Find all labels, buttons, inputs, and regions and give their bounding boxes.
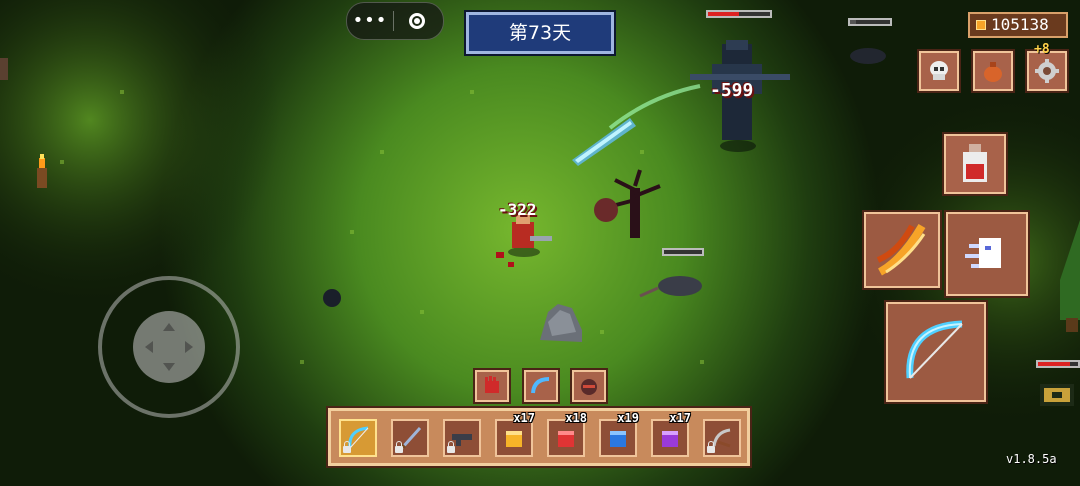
enemy-health-bar — [848, 18, 892, 26]
coin-counter: 105138 — [968, 12, 1068, 38]
loot-bag-icon — [984, 62, 1002, 82]
flame-slash-icon — [876, 223, 926, 276]
yellow-potion-icon — [506, 431, 522, 447]
quick-item-boomerang[interactable] — [522, 368, 560, 404]
hotbar-slot-5[interactable]: x18 — [547, 411, 587, 457]
quick-item-glove[interactable] — [473, 368, 511, 404]
hotbar-slot-1[interactable] — [339, 419, 377, 457]
item-hotbar: x17 x18 x19 x17 — [326, 406, 752, 468]
loot-bag-button[interactable] — [971, 49, 1015, 93]
enemy-health-bar — [662, 248, 704, 256]
red-potion-icon — [558, 431, 574, 447]
forge-bonus-label: +8 — [1034, 42, 1050, 57]
dash-skill-icon — [965, 238, 1001, 268]
hotbar-slot-7[interactable]: x17 — [651, 411, 691, 457]
close-miniprogram-button[interactable] — [394, 13, 440, 29]
blue-potion-icon — [610, 431, 626, 447]
item-count: x17 — [513, 411, 535, 425]
item-count: x17 — [669, 411, 691, 425]
skull-icon — [930, 61, 948, 80]
treasure-chest — [1040, 384, 1074, 406]
day-counter-banner: 第73天 — [464, 10, 616, 56]
boss-damage-number: -599 — [710, 80, 754, 101]
hotbar-slot-8[interactable] — [703, 419, 741, 457]
health-potion-skill-button[interactable] — [942, 132, 1008, 196]
hotbar-slot-4[interactable]: x17 — [495, 411, 535, 457]
ice-bow-icon — [906, 320, 963, 379]
lock-icon — [343, 441, 351, 453]
more-menu-button[interactable]: ••• — [347, 3, 393, 39]
record-icon — [409, 13, 425, 29]
red-glove-icon — [485, 376, 499, 393]
version-label: v1.8.5a — [1006, 452, 1057, 466]
lock-icon — [447, 441, 455, 453]
item-count: x19 — [617, 411, 639, 425]
settings-gear-icon — [1035, 59, 1059, 83]
dash-skill-button[interactable] — [944, 210, 1030, 298]
attack-button[interactable] — [884, 300, 988, 404]
settings-button[interactable] — [1025, 49, 1069, 93]
hotbar-slot-6[interactable]: x19 — [599, 411, 639, 457]
lock-icon — [395, 441, 403, 453]
movement-joystick[interactable] — [98, 276, 240, 418]
rat-enemy — [850, 48, 886, 64]
blue-boomerang-icon — [531, 377, 550, 394]
hotbar-slot-3[interactable] — [443, 419, 481, 457]
health-potion-icon — [963, 144, 987, 182]
item-count: x18 — [565, 411, 587, 425]
purple-potion-icon — [662, 431, 678, 447]
joystick-knob[interactable] — [133, 311, 205, 383]
enemy-health-bar — [1036, 360, 1080, 368]
player-damage-number: -322 — [498, 200, 537, 219]
boss-health-bar — [706, 10, 772, 18]
miniprogram-capsule: ••• — [346, 2, 444, 40]
bomb-icon — [581, 379, 597, 395]
quick-item-bomb[interactable] — [570, 368, 608, 404]
tree-stump — [0, 58, 8, 80]
lock-icon — [707, 441, 715, 453]
coin-icon — [976, 20, 986, 30]
dpad-arrows-icon — [145, 323, 193, 371]
flame-slash-skill-button[interactable] — [862, 210, 942, 290]
skull-button[interactable] — [917, 49, 961, 93]
coin-amount: 105138 — [991, 15, 1049, 34]
hotbar-slot-2[interactable] — [391, 419, 429, 457]
dark-blob — [323, 289, 341, 307]
